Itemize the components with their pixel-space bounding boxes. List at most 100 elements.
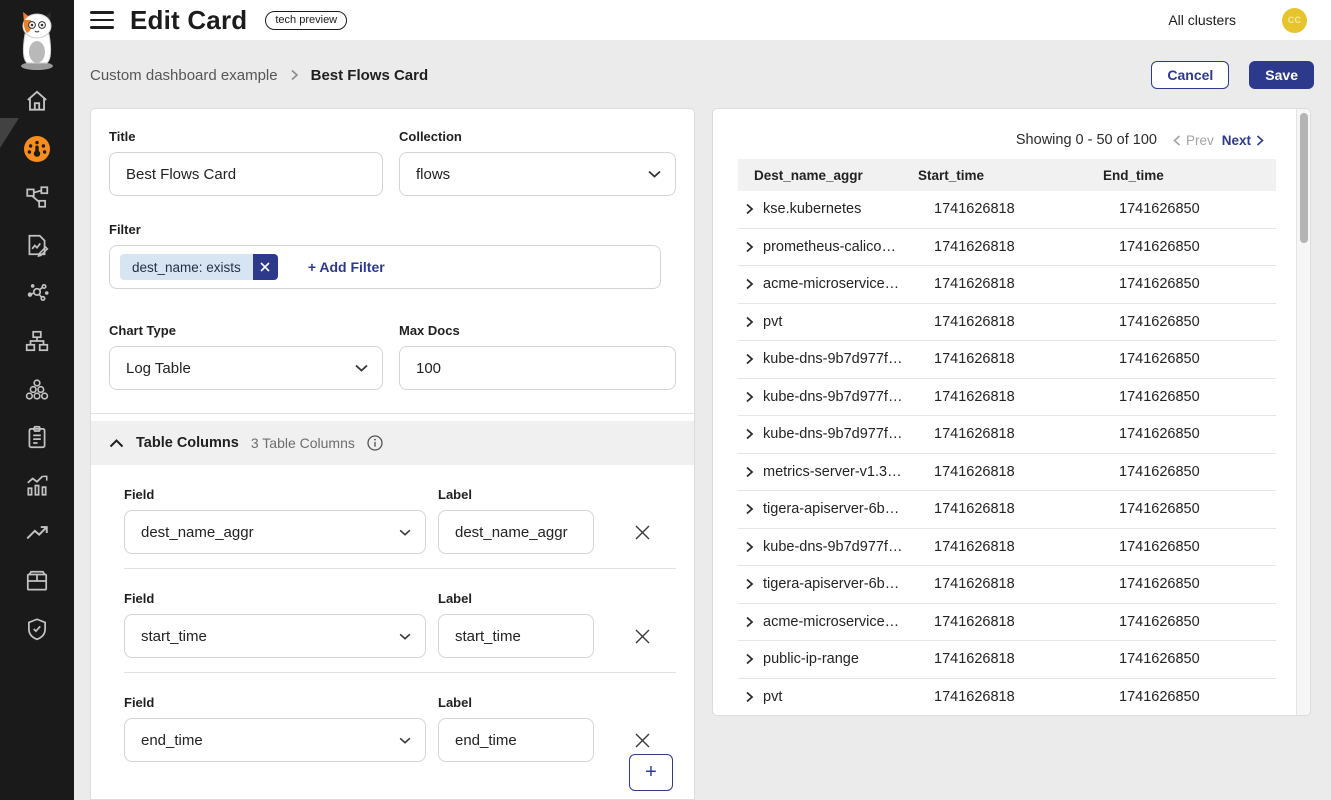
expand-row-button[interactable] (743, 351, 756, 367)
expand-row-button[interactable] (743, 689, 756, 705)
expand-row-button[interactable] (743, 239, 756, 255)
preview-scrollbar[interactable] (1296, 109, 1310, 715)
chevron-right-icon (745, 541, 754, 553)
pagination: Showing 0 - 50 of 100 Prev Next (1016, 132, 1264, 148)
expand-row-button[interactable] (743, 614, 756, 630)
cell-dest-name-aggr: tigera-apiserver-6b… (763, 576, 899, 592)
cell-end-time: 1741626850 (1103, 576, 1276, 592)
cell-dest-name-aggr: kube-dns-9b7d977f… (763, 389, 902, 405)
remove-column-button[interactable] (634, 614, 651, 658)
scrollbar-thumb[interactable] (1300, 113, 1308, 243)
expand-row-button[interactable] (743, 426, 756, 442)
table-row[interactable]: metrics-server-v1.3… 1741626818 17416268… (738, 454, 1276, 492)
expand-row-button[interactable] (743, 314, 756, 330)
label-input[interactable] (438, 718, 594, 762)
cell-start-time: 1741626818 (918, 689, 1103, 705)
cell-start-time: 1741626818 (918, 576, 1103, 592)
chart-type-select-value: Log Table (126, 360, 191, 377)
sidebar-item-inventory[interactable] (17, 568, 57, 594)
avatar[interactable]: CC (1282, 8, 1307, 33)
sidebar-item-network-sets[interactable] (17, 328, 57, 354)
table-row[interactable]: pvt 1741626818 1741626850 (738, 679, 1276, 717)
sidebar-item-dashboards[interactable] (17, 136, 57, 162)
chevron-right-icon (745, 428, 754, 440)
column-config-row: Field start_time Label (109, 591, 676, 658)
remove-column-button[interactable] (634, 510, 651, 554)
cell-dest-name-aggr: pvt (763, 689, 782, 705)
filter-box: dest_name: exists + Add Filter (109, 245, 661, 289)
sidebar-item-service-graph[interactable] (17, 184, 57, 210)
cell-start-time: 1741626818 (918, 351, 1103, 367)
table-row[interactable]: acme-microservice… 1741626818 1741626850 (738, 604, 1276, 642)
sidebar-item-trends[interactable] (17, 520, 57, 546)
next-page-button[interactable]: Next (1222, 133, 1264, 148)
prev-page-button[interactable]: Prev (1173, 133, 1214, 148)
menu-button[interactable] (90, 11, 114, 29)
breadcrumb-parent[interactable]: Custom dashboard example (90, 67, 278, 84)
label-label: Label (438, 695, 594, 710)
sidebar-item-logs[interactable] (17, 232, 57, 258)
collection-select[interactable]: flows (399, 152, 676, 196)
expand-row-button[interactable] (743, 201, 756, 217)
table-row[interactable]: pvt 1741626818 1741626850 (738, 304, 1276, 342)
info-icon[interactable] (367, 435, 383, 451)
label-input[interactable] (438, 510, 594, 554)
field-select[interactable]: dest_name_aggr (124, 510, 426, 554)
table-row[interactable]: public-ip-range 1741626818 1741626850 (738, 641, 1276, 679)
column-header-end-time: End_time (1103, 168, 1276, 183)
cell-dest-name-aggr: pvt (763, 314, 782, 330)
cell-end-time: 1741626850 (1103, 239, 1276, 255)
table-row[interactable]: kube-dns-9b7d977f… 1741626818 1741626850 (738, 379, 1276, 417)
table-row[interactable]: acme-microservice… 1741626818 1741626850 (738, 266, 1276, 304)
cell-dest-name-aggr: acme-microservice… (763, 276, 899, 292)
expand-row-button[interactable] (743, 389, 756, 405)
sidebar-item-threat-graph[interactable] (17, 280, 57, 306)
expand-row-button[interactable] (743, 576, 756, 592)
field-label: Field (124, 487, 426, 502)
tech-preview-badge: tech preview (265, 11, 347, 30)
field-select[interactable]: start_time (124, 614, 426, 658)
title-input[interactable] (109, 152, 383, 196)
service-graph-icon (24, 184, 50, 210)
table-row[interactable]: kube-dns-9b7d977f… 1741626818 1741626850 (738, 416, 1276, 454)
chevron-left-icon (1173, 135, 1181, 146)
corner-fold-decoration (0, 118, 19, 148)
table-row[interactable]: kube-dns-9b7d977f… 1741626818 1741626850 (738, 341, 1276, 379)
expand-row-button[interactable] (743, 464, 756, 480)
table-row[interactable]: tigera-apiserver-6b… 1741626818 17416268… (738, 491, 1276, 529)
cell-end-time: 1741626850 (1103, 351, 1276, 367)
app-logo[interactable] (0, 0, 74, 76)
sidebar-item-compliance[interactable] (17, 424, 57, 450)
field-select[interactable]: end_time (124, 718, 426, 762)
label-input[interactable] (438, 614, 594, 658)
table-columns-section-header[interactable]: Table Columns 3 Table Columns (91, 421, 694, 465)
expand-row-button[interactable] (743, 651, 756, 667)
cluster-selector[interactable]: All clusters (1168, 12, 1236, 28)
expand-row-button[interactable] (743, 539, 756, 555)
preview-panel: Showing 0 - 50 of 100 Prev Next Dest_nam… (712, 108, 1311, 716)
cancel-button[interactable]: Cancel (1151, 61, 1229, 89)
max-docs-input[interactable] (399, 346, 676, 390)
remove-filter-button[interactable] (253, 254, 278, 280)
collection-label: Collection (399, 129, 676, 144)
table-row[interactable]: kse.kubernetes 1741626818 1741626850 (738, 191, 1276, 229)
table-row[interactable]: kube-dns-9b7d977f… 1741626818 1741626850 (738, 529, 1276, 567)
save-button[interactable]: Save (1249, 61, 1314, 89)
table-row[interactable]: tigera-apiserver-6b… 1741626818 17416268… (738, 566, 1276, 604)
cell-dest-name-aggr: kube-dns-9b7d977f… (763, 539, 902, 555)
add-filter-button[interactable]: + Add Filter (308, 259, 385, 275)
sidebar-item-home[interactable] (17, 88, 57, 114)
header-actions: Cancel Save (1151, 61, 1314, 89)
table-row[interactable]: prometheus-calico… 1741626818 1741626850 (738, 229, 1276, 267)
expand-row-button[interactable] (743, 501, 756, 517)
collection-select-value: flows (416, 166, 450, 183)
chart-type-select[interactable]: Log Table (109, 346, 383, 390)
field-select-value: dest_name_aggr (141, 524, 254, 541)
sidebar-item-clusters[interactable] (17, 376, 57, 402)
table-columns-title: Table Columns (136, 435, 239, 451)
add-column-button[interactable]: + (629, 754, 673, 791)
sidebar-item-security[interactable] (17, 616, 57, 642)
expand-row-button[interactable] (743, 276, 756, 292)
cell-end-time: 1741626850 (1103, 276, 1276, 292)
sidebar-item-metrics[interactable] (17, 472, 57, 498)
